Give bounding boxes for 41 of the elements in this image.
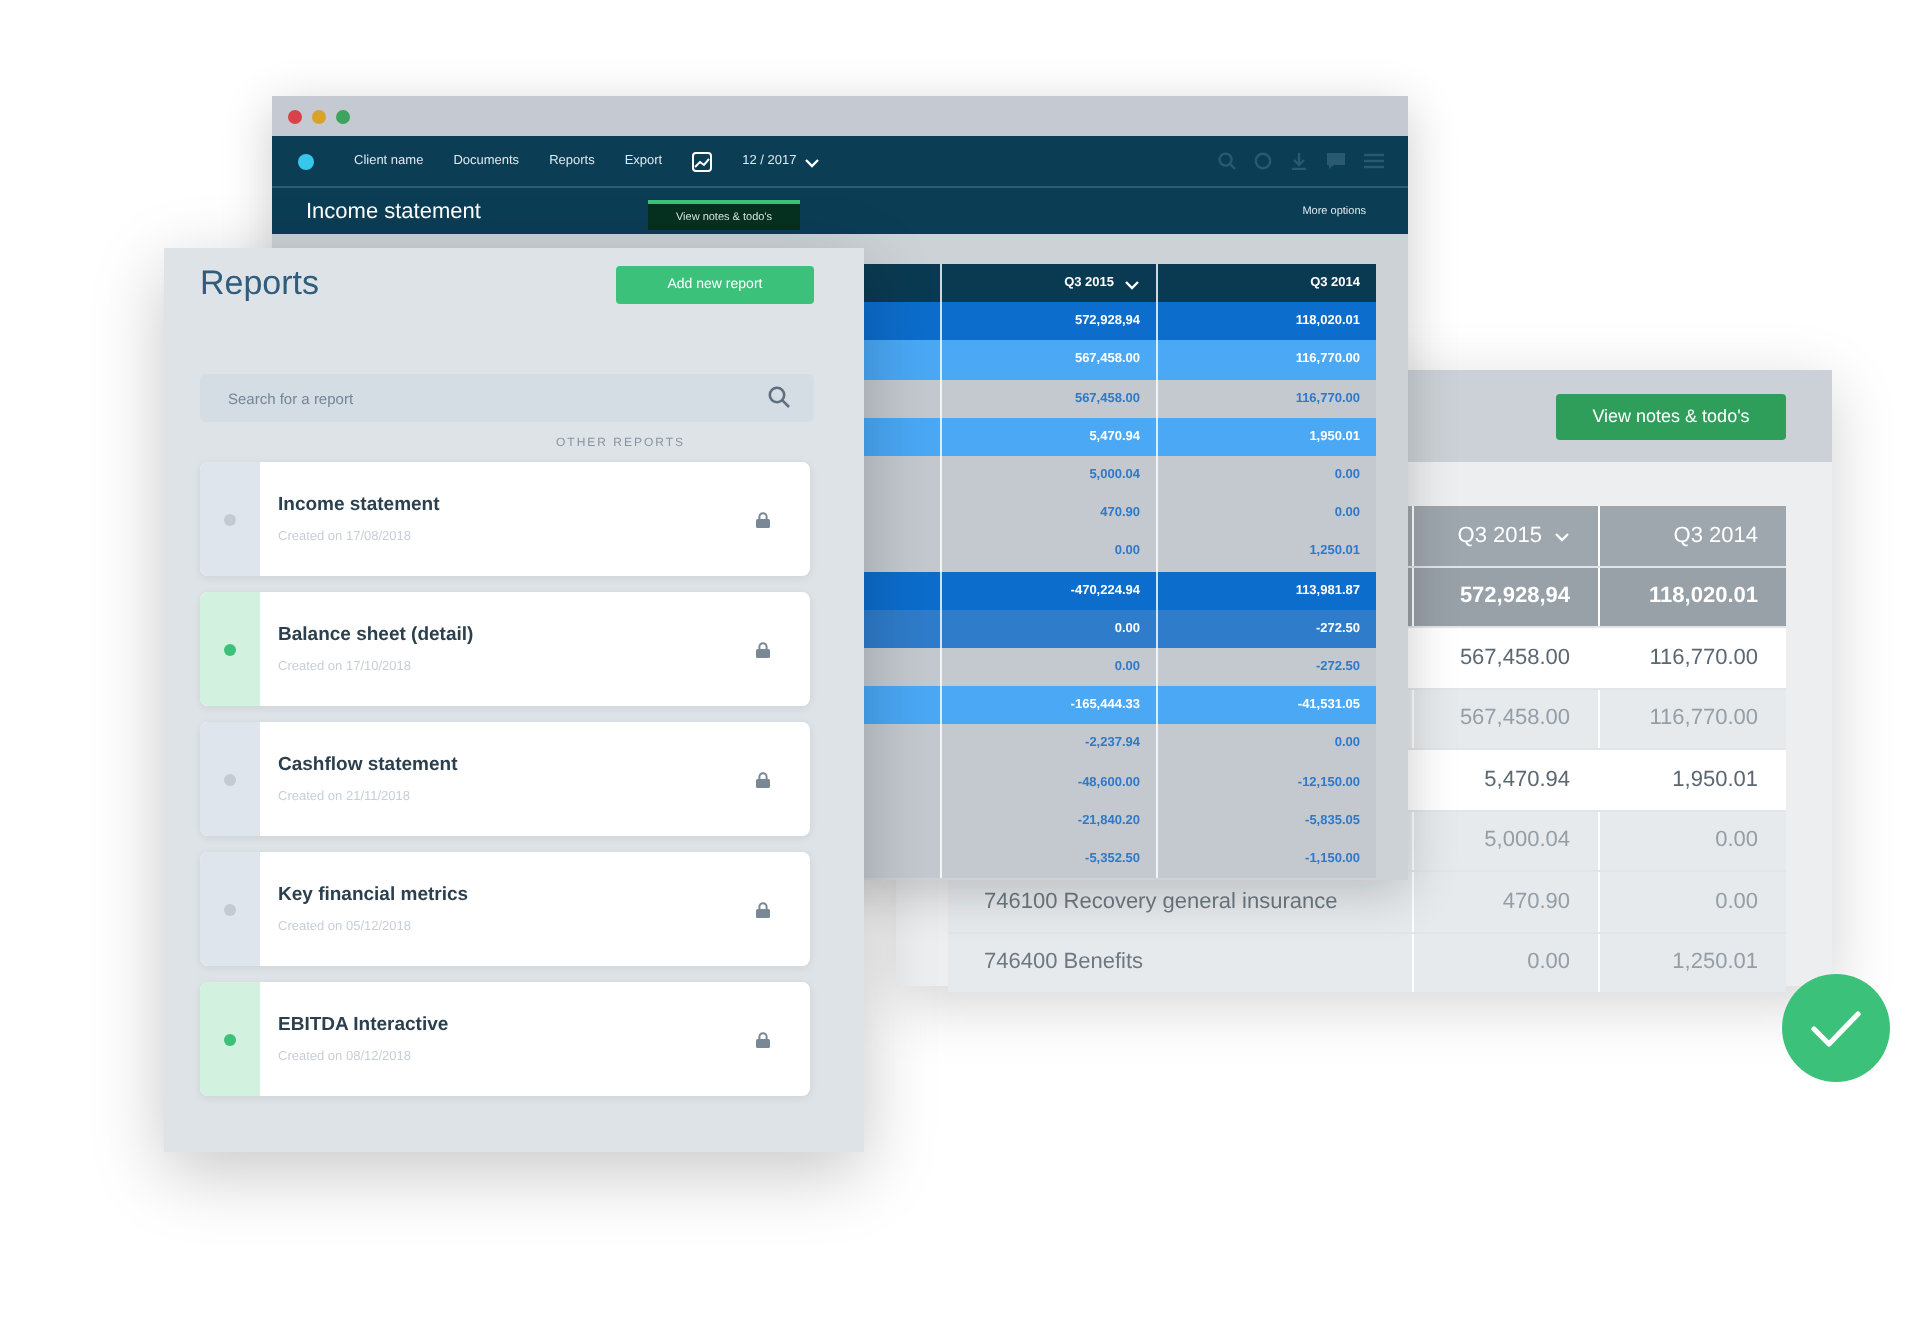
menu-icon[interactable] xyxy=(1364,152,1384,170)
table-cell: 567,458.00 xyxy=(1412,689,1598,748)
download-icon[interactable] xyxy=(1290,152,1308,170)
table-cell-text: 746100 Recovery general insurance xyxy=(982,887,1340,918)
table-cell: 470.90 xyxy=(1412,872,1598,931)
check-circle-icon xyxy=(1782,974,1890,1082)
table-cell: 116,770.00 xyxy=(1598,689,1786,748)
report-title: Key financial metrics xyxy=(278,884,471,906)
report-title: EBITDA Interactive xyxy=(278,1014,451,1036)
search-icon xyxy=(768,386,790,408)
chat-icon[interactable] xyxy=(1326,152,1346,170)
lock-icon xyxy=(756,771,770,787)
table-cell: 116,770.00 xyxy=(1598,628,1786,687)
table-cell: 567,458.00 xyxy=(1412,628,1598,687)
table-cell: 0.00 xyxy=(1598,872,1786,931)
logo-icon xyxy=(298,153,314,169)
picture-icon[interactable] xyxy=(692,151,713,171)
table-cell: 118,020.01 xyxy=(1598,567,1786,626)
table-cell: 0.00 xyxy=(1598,811,1786,870)
table-cell: 0.00 xyxy=(1412,933,1598,992)
table-cell: 5,000.04 xyxy=(1412,811,1598,870)
page-title: Income statement xyxy=(306,199,483,223)
table-cell: 1,250.01 xyxy=(1598,933,1786,992)
window-minimize-button[interactable] xyxy=(312,109,326,123)
lock-icon xyxy=(756,1031,770,1047)
window-zoom-button[interactable] xyxy=(336,109,350,123)
lock-icon xyxy=(756,901,770,917)
lock-icon xyxy=(756,641,770,657)
report-title: Cashflow statement xyxy=(278,754,460,776)
caret-icon xyxy=(804,155,821,167)
panel-title: Reports xyxy=(200,264,320,304)
window-close-button[interactable] xyxy=(288,109,302,123)
table-cell-text: 746400 Benefits xyxy=(982,948,1146,979)
search-icon[interactable] xyxy=(1218,152,1236,170)
report-title: Income statement xyxy=(278,494,442,516)
circle-icon[interactable] xyxy=(1254,152,1272,170)
report-title: Balance sheet (detail) xyxy=(278,624,476,646)
table-cell: 572,928,94 xyxy=(1412,567,1598,626)
table-cell: 1,950.01 xyxy=(1598,750,1786,809)
lock-icon xyxy=(756,511,770,527)
table-cell: 5,470.94 xyxy=(1412,750,1598,809)
